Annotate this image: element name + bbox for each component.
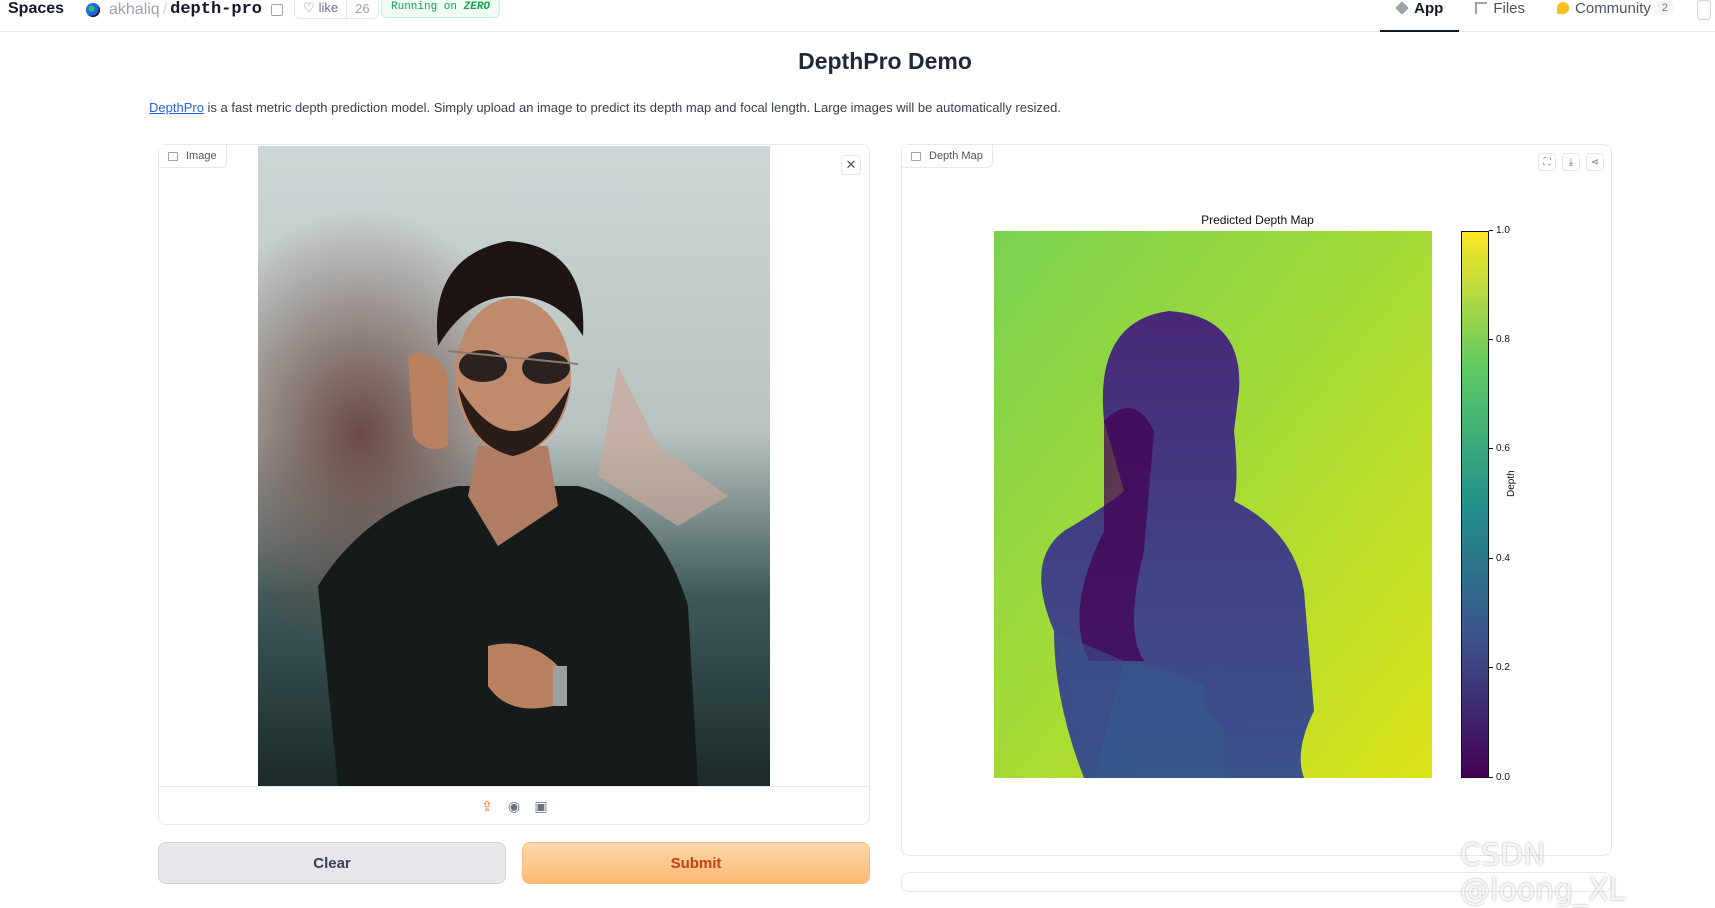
breadcrumb-separator: / bbox=[162, 0, 168, 18]
tab-files[interactable]: Files bbox=[1459, 0, 1541, 32]
colorbar bbox=[1461, 231, 1489, 778]
copy-icon[interactable] bbox=[270, 3, 283, 16]
colorbar-tick: 0.4 bbox=[1489, 553, 1510, 564]
image-input-panel: Image ✕ ⇪ ◉ ▣ bbox=[158, 144, 870, 825]
colorbar-tick: 0.0 bbox=[1489, 772, 1510, 783]
tab-community[interactable]: Community 2 bbox=[1541, 0, 1689, 32]
tab-community-label: Community bbox=[1575, 0, 1651, 17]
colorbar-tick: 0.8 bbox=[1489, 334, 1510, 345]
fullscreen-icon[interactable]: ⛶ bbox=[1538, 153, 1556, 171]
files-icon bbox=[1475, 2, 1488, 14]
repo-name-link[interactable]: depth-pro bbox=[170, 0, 262, 19]
page-description: DepthPro is a fast metric depth predicti… bbox=[149, 100, 1061, 115]
like-count[interactable]: 26 bbox=[347, 0, 377, 18]
image-icon bbox=[168, 151, 178, 161]
community-count-badge: 2 bbox=[1656, 1, 1673, 15]
submit-button[interactable]: Submit bbox=[522, 842, 870, 884]
watermark: CSDN @loong_XL bbox=[1460, 838, 1626, 908]
tab-app-label: App bbox=[1414, 0, 1444, 17]
heart-icon: ♡ bbox=[303, 0, 315, 15]
like-label: like bbox=[318, 0, 339, 15]
colorbar-tick: 1.0 bbox=[1489, 225, 1510, 236]
depth-map-image bbox=[994, 231, 1432, 778]
depth-map-panel: Depth Map ⛶ ⤓ ⋖ Predicted Depth Map 1.0 … bbox=[901, 144, 1612, 856]
depthpro-link[interactable]: DepthPro bbox=[149, 100, 204, 115]
spaces-link[interactable]: Spaces bbox=[8, 0, 64, 18]
more-menu-icon[interactable] bbox=[1697, 0, 1711, 20]
colorbar-tick: 0.2 bbox=[1489, 662, 1510, 673]
page-title: DepthPro Demo bbox=[798, 48, 972, 74]
share-icon[interactable]: ⋖ bbox=[1586, 153, 1604, 171]
app-icon bbox=[1395, 1, 1409, 15]
community-icon bbox=[1557, 2, 1570, 14]
uploaded-image bbox=[258, 146, 770, 786]
nav-tabs: App Files Community 2 bbox=[1380, 0, 1715, 32]
output-actions: ⛶ ⤓ ⋖ bbox=[1538, 153, 1604, 171]
description-text: is a fast metric depth prediction model.… bbox=[203, 100, 1061, 115]
tab-files-label: Files bbox=[1493, 0, 1526, 17]
status-badge: Running on ZERO bbox=[381, 0, 501, 18]
owner-link[interactable]: akhaliq bbox=[109, 1, 160, 19]
image-label: Image bbox=[159, 145, 227, 168]
depth-map-label: Depth Map bbox=[902, 145, 993, 168]
webcam-icon[interactable]: ◉ bbox=[506, 798, 522, 814]
like-group: ♡ like bbox=[295, 0, 348, 18]
clipboard-icon[interactable]: ▣ bbox=[533, 798, 549, 814]
depth-map-label-text: Depth Map bbox=[929, 150, 983, 162]
image-icon bbox=[911, 151, 921, 161]
colorbar-label: Depth bbox=[1506, 470, 1517, 497]
clear-image-button[interactable]: ✕ bbox=[841, 155, 861, 175]
tab-app[interactable]: App bbox=[1380, 0, 1460, 32]
repo-breadcrumb: akhaliq / depth-pro bbox=[86, 0, 283, 19]
owner-avatar-icon bbox=[86, 2, 100, 17]
image-label-text: Image bbox=[186, 150, 217, 162]
upload-icon[interactable]: ⇪ bbox=[479, 798, 495, 814]
clear-button[interactable]: Clear bbox=[158, 842, 506, 884]
like-button[interactable]: ♡ like 26 bbox=[294, 0, 379, 19]
status-prefix: Running on bbox=[391, 1, 458, 13]
top-bar: Spaces akhaliq / depth-pro ♡ like 26 Runn… bbox=[0, 0, 1715, 32]
status-hardware: ZERO bbox=[463, 1, 491, 13]
image-source-toolbar: ⇪ ◉ ▣ bbox=[159, 786, 869, 825]
colorbar-tick: 0.6 bbox=[1489, 443, 1510, 454]
download-icon[interactable]: ⤓ bbox=[1562, 153, 1580, 171]
